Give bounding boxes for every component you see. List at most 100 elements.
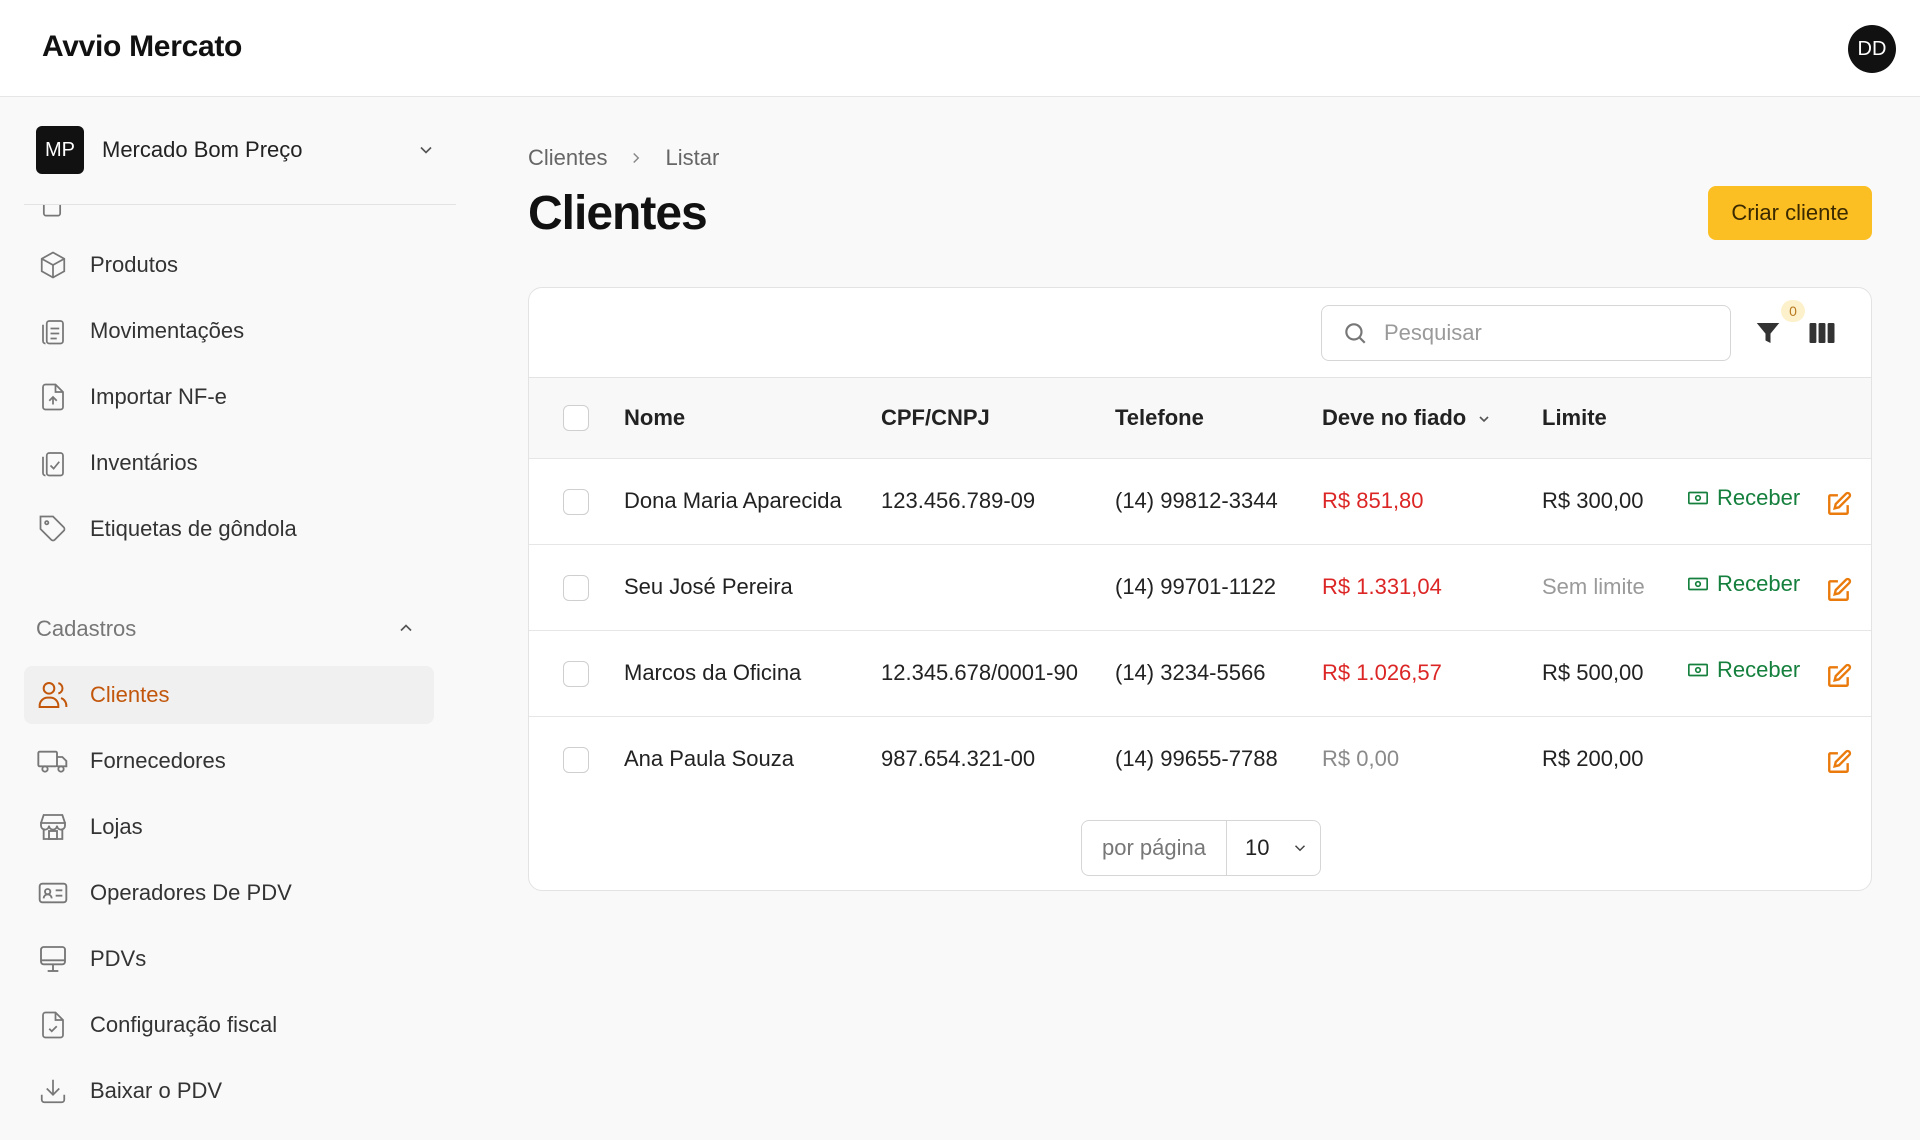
store-badge: MP: [36, 126, 84, 174]
file-upload-icon: [36, 380, 70, 414]
table-header-row: Nome CPF/CNPJ Telefone Deve no fiado Lim…: [529, 378, 1871, 458]
sidebar-item-clientes[interactable]: Clientes: [24, 666, 434, 724]
column-header-label: Deve no fiado: [1322, 404, 1467, 430]
search-box[interactable]: [1321, 305, 1731, 361]
clients-table-card: 0 Nome CPF/CNPJ Telefone Deve no fiado L…: [528, 287, 1872, 891]
per-page-selector[interactable]: por página 10: [1081, 820, 1321, 876]
columns-icon[interactable]: [1807, 318, 1837, 348]
column-header-nome[interactable]: Nome: [624, 378, 881, 458]
edit-icon[interactable]: [1826, 749, 1852, 775]
sidebar-item-label: Etiquetas de gôndola: [90, 516, 297, 541]
sidebar-item-fornecedores[interactable]: Fornecedores: [24, 732, 434, 790]
top-bar: Avvio Mercato DD: [0, 0, 1920, 97]
row-checkbox[interactable]: [563, 488, 589, 515]
chevron-right-icon: [633, 152, 640, 164]
tag-icon: [36, 512, 70, 546]
table-row[interactable]: Ana Paula Souza 987.654.321-00 (14) 9965…: [529, 716, 1871, 802]
column-header-cpf[interactable]: CPF/CNPJ: [881, 378, 1115, 458]
table-row[interactable]: Dona Maria Aparecida 123.456.789-09 (14)…: [529, 458, 1871, 544]
breadcrumb-link-clientes[interactable]: Clientes: [528, 145, 607, 171]
sidebar-item-produtos[interactable]: Produtos: [24, 236, 434, 294]
section-title-cadastros[interactable]: Cadastros: [36, 616, 136, 642]
sidebar-item-label: Movimentações: [90, 318, 245, 343]
per-page-value: 10: [1245, 835, 1270, 860]
cell-telefone: (14) 99812-3344: [1115, 488, 1278, 513]
sidebar-item-label: Clientes: [90, 682, 170, 707]
cell-nome: Dona Maria Aparecida: [624, 488, 842, 513]
sidebar-item-label: Baixar o PDV: [90, 1078, 223, 1103]
sidebar-item-label: Lojas: [90, 814, 143, 839]
sidebar-item-operadores[interactable]: Operadores De PDV: [24, 864, 434, 922]
sidebar-item-importar-nfe[interactable]: Importar NF-e: [24, 368, 434, 426]
store-icon: [36, 810, 70, 844]
column-header-limite[interactable]: Limite: [1542, 378, 1687, 458]
users-icon: [36, 678, 70, 712]
table-row[interactable]: Seu José Pereira (14) 99701-1122 R$ 1.33…: [529, 544, 1871, 630]
sidebar-item-label: Inventários: [90, 450, 198, 475]
sidebar: MP Mercado Bom Preço Produtos Movimentaç…: [0, 98, 456, 1140]
cell-cpf: [881, 544, 1115, 630]
per-page-label: por página: [1082, 821, 1227, 875]
clipboard-list-icon: [36, 314, 70, 348]
cash-icon: [1688, 492, 1708, 505]
sidebar-item-label: Configuração fiscal: [90, 1012, 278, 1037]
cash-icon: [1688, 664, 1708, 677]
cell-limite: R$ 500,00: [1542, 660, 1644, 685]
receive-label: Receber: [1717, 657, 1801, 683]
receive-label: Receber: [1717, 485, 1801, 511]
box-icon: [36, 248, 70, 282]
cell-cpf: 12.345.678/0001-90: [881, 660, 1078, 685]
column-header-telefone[interactable]: Telefone: [1115, 378, 1322, 458]
filter-count-badge: 0: [1781, 300, 1805, 322]
edit-icon[interactable]: [1826, 491, 1852, 517]
user-avatar[interactable]: DD: [1848, 25, 1896, 73]
cell-deve: R$ 851,80: [1322, 488, 1424, 513]
cell-deve: R$ 1.331,04: [1322, 574, 1442, 599]
sidebar-item-baixar-pdv[interactable]: Baixar o PDV: [24, 1062, 434, 1120]
cell-nome: Ana Paula Souza: [624, 746, 795, 772]
sidebar-item-label: Fornecedores: [90, 748, 226, 773]
download-icon: [36, 1074, 70, 1108]
cell-cpf: 123.456.789-09: [881, 488, 1036, 513]
sidebar-item-inventarios[interactable]: Inventários: [24, 434, 434, 492]
sidebar-item-etiquetas[interactable]: Etiquetas de gôndola: [24, 500, 434, 558]
edit-icon[interactable]: [1826, 663, 1852, 689]
cash-icon: [1688, 578, 1708, 591]
cell-limite: Sem limite: [1542, 574, 1645, 599]
sidebar-item-label: Importar NF-e: [90, 384, 227, 409]
cell-nome: Seu José Pereira: [624, 574, 793, 599]
table-toolbar: 0: [529, 288, 1871, 378]
table-row[interactable]: Marcos da Oficina 12.345.678/0001-90 (14…: [529, 630, 1871, 716]
cell-limite: R$ 300,00: [1542, 488, 1644, 513]
clients-table: Nome CPF/CNPJ Telefone Deve no fiado Lim…: [529, 378, 1871, 802]
breadcrumb-current: Listar: [665, 145, 720, 170]
cell-telefone: (14) 3234-5566: [1115, 660, 1266, 685]
sidebar-item-pdvs[interactable]: PDVs: [24, 930, 434, 988]
sidebar-item-label: Produtos: [90, 252, 179, 277]
row-checkbox[interactable]: [563, 574, 589, 601]
filter-icon[interactable]: [1753, 318, 1783, 348]
chevron-up-icon[interactable]: [396, 618, 416, 638]
search-input[interactable]: [1384, 320, 1714, 346]
receive-button[interactable]: Receber: [1687, 657, 1800, 683]
cell-telefone: (14) 99701-1122: [1115, 574, 1277, 599]
sidebar-item-config-fiscal[interactable]: Configuração fiscal: [24, 996, 434, 1054]
sidebar-item-lojas[interactable]: Lojas: [24, 798, 434, 856]
sidebar-item-movimentacoes[interactable]: Movimentações: [24, 302, 434, 360]
select-all-checkbox[interactable]: [563, 405, 589, 432]
cell-deve: R$ 1.026,57: [1322, 660, 1442, 685]
sidebar-item-label: PDVs: [90, 946, 147, 971]
id-card-icon: [36, 876, 70, 910]
column-header-deve[interactable]: Deve no fiado: [1322, 378, 1542, 458]
store-selector[interactable]: MP Mercado Bom Preço: [24, 98, 456, 205]
store-name: Mercado Bom Preço: [102, 137, 303, 162]
row-checkbox[interactable]: [563, 746, 589, 773]
create-client-button[interactable]: Criar cliente: [1708, 186, 1872, 240]
clipboard-check-icon: [36, 446, 70, 480]
row-checkbox[interactable]: [563, 660, 589, 687]
cell-nome: Marcos da Oficina: [624, 660, 802, 685]
receive-button[interactable]: Receber: [1687, 571, 1800, 597]
receive-button[interactable]: Receber: [1687, 485, 1800, 511]
brand-logo[interactable]: Avvio Mercato: [42, 30, 242, 64]
edit-icon[interactable]: [1826, 577, 1852, 603]
